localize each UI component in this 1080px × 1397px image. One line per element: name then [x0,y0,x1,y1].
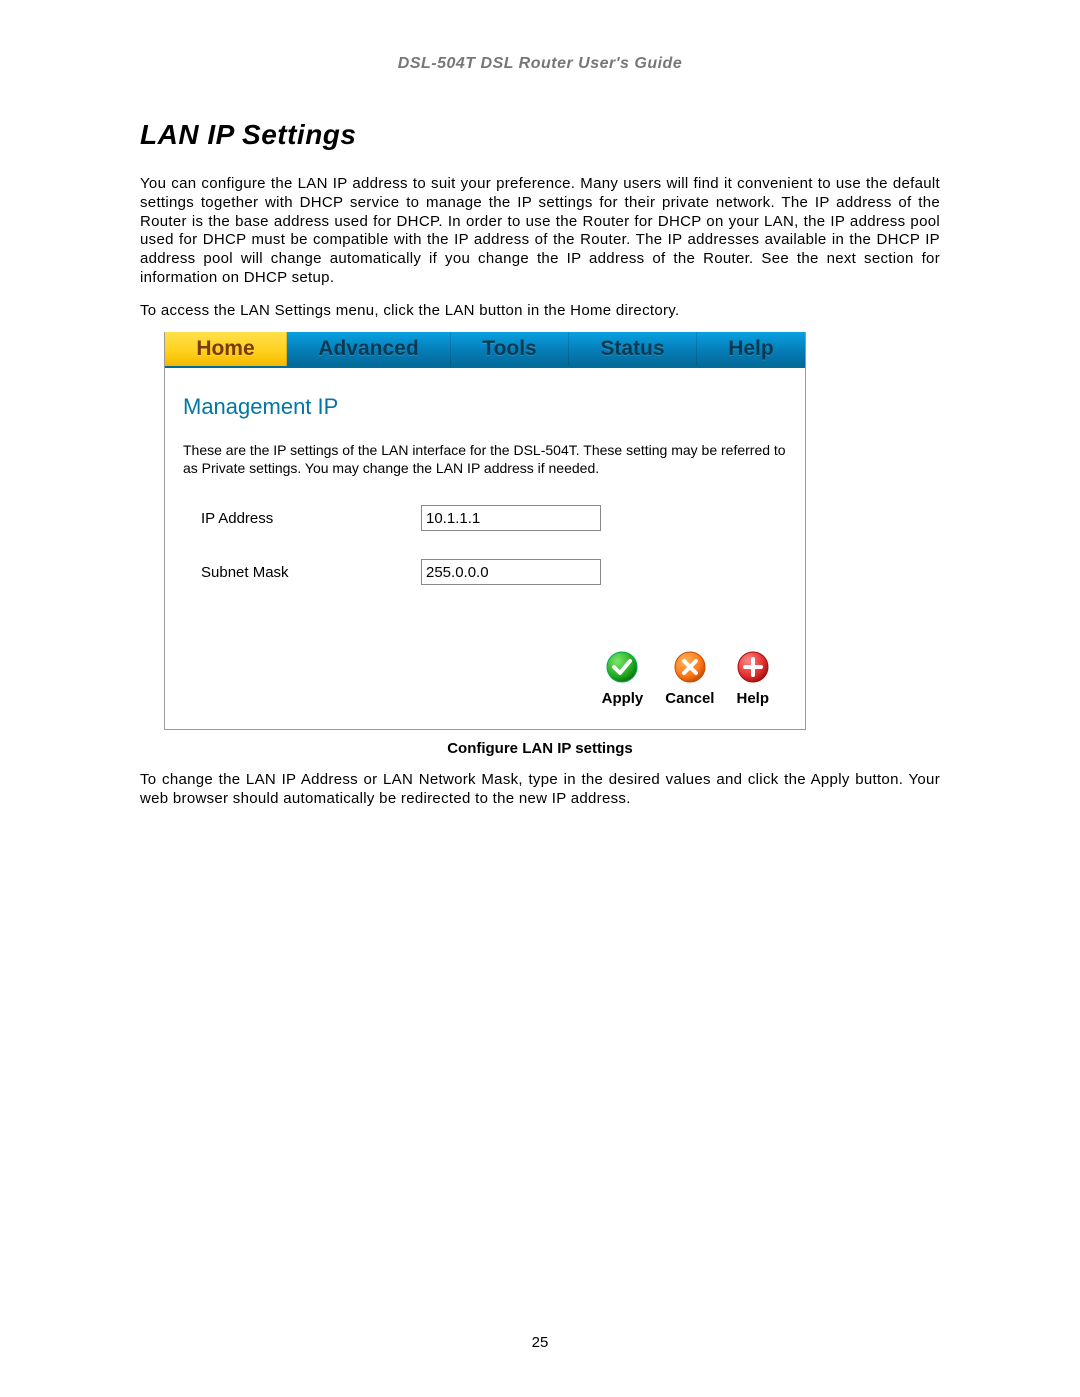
cancel-button[interactable]: Cancel [665,651,714,707]
tab-bar: Home Advanced Tools Status Help [165,332,805,368]
tab-advanced[interactable]: Advanced [287,332,451,366]
button-row: Apply [183,613,787,711]
paragraph-intro: You can configure the LAN IP address to … [140,175,940,288]
apply-button-label: Apply [602,690,644,707]
apply-button[interactable]: Apply [602,651,644,707]
check-icon [606,651,638,688]
plus-icon [737,651,769,688]
help-button-label: Help [736,690,769,707]
help-button[interactable]: Help [736,651,769,707]
close-icon [674,651,706,688]
tab-help[interactable]: Help [697,332,805,366]
tab-status[interactable]: Status [569,332,697,366]
paragraph-instructions: To change the LAN IP Address or LAN Netw… [140,771,940,809]
tab-tools[interactable]: Tools [451,332,569,366]
input-subnet-mask[interactable] [421,559,601,585]
page-number: 25 [0,1334,1080,1351]
panel-description: These are the IP settings of the LAN int… [183,442,787,477]
row-subnet-mask: Subnet Mask [183,559,787,585]
cancel-button-label: Cancel [665,690,714,707]
label-ip-address: IP Address [183,510,421,527]
doc-header: DSL-504T DSL Router User's Guide [140,55,940,73]
paragraph-access: To access the LAN Settings menu, click t… [140,302,940,321]
row-ip-address: IP Address [183,505,787,531]
figure-caption: Configure LAN IP settings [140,740,940,757]
input-ip-address[interactable] [421,505,601,531]
tab-home[interactable]: Home [165,332,287,366]
label-subnet-mask: Subnet Mask [183,564,421,581]
section-title: LAN IP Settings [140,119,940,151]
panel-heading: Management IP [183,394,787,420]
router-ui-panel: Home Advanced Tools Status Help Manageme… [164,332,806,730]
